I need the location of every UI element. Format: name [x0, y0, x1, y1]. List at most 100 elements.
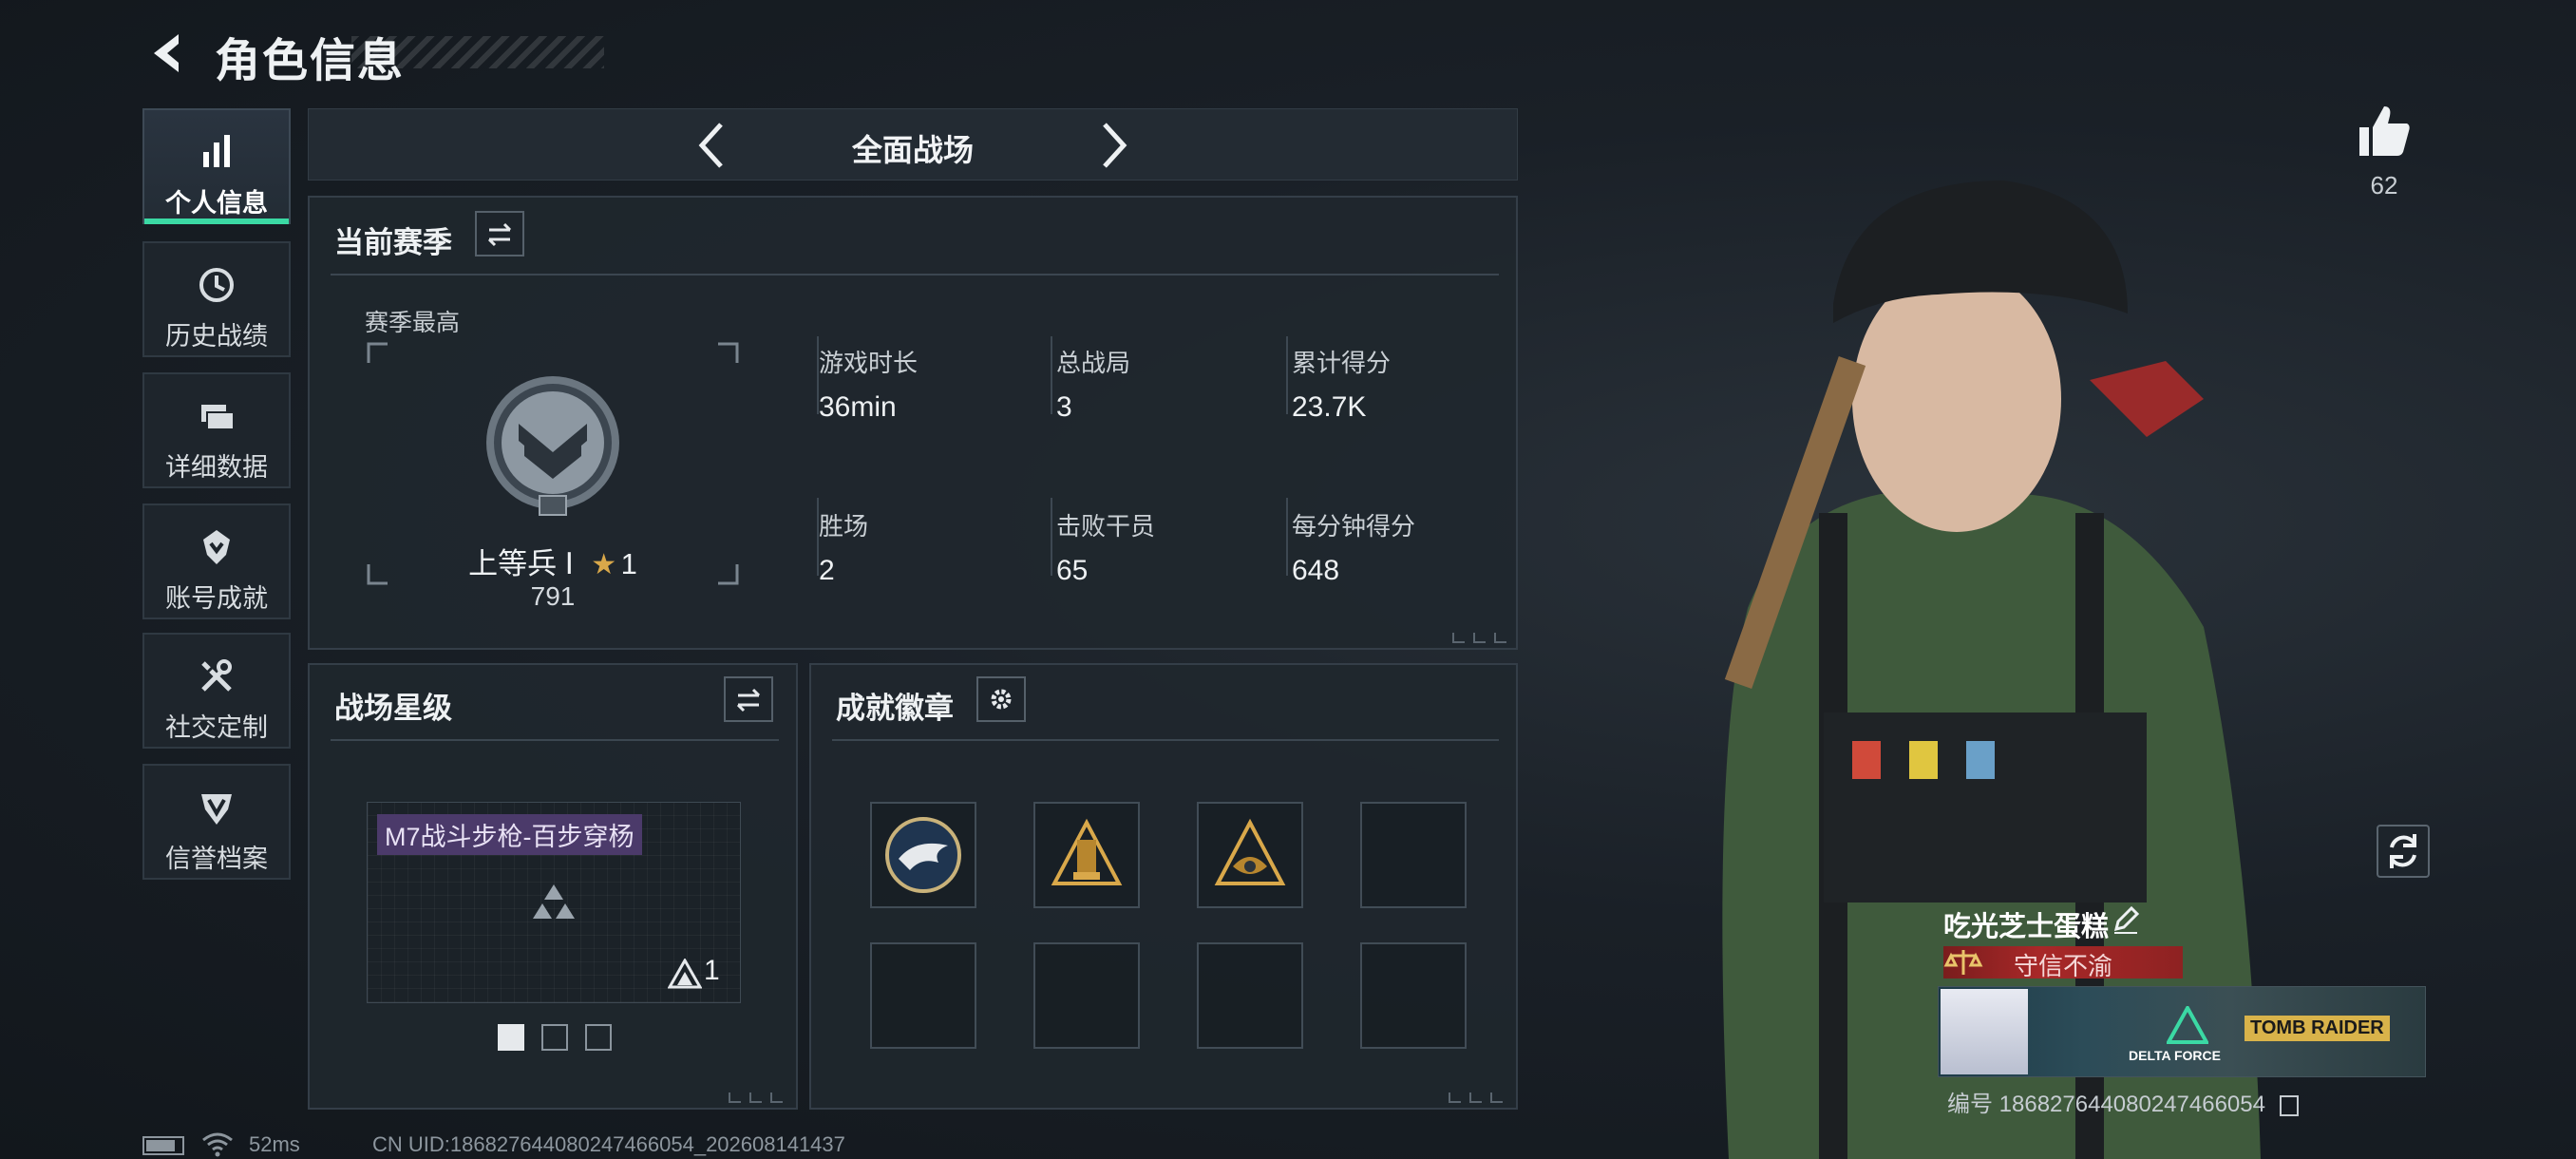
like-count: 62	[2370, 171, 2398, 200]
player-id-text: 编号 1868276440802474660​54	[1947, 1092, 2265, 1117]
mode-selector: 全面战场	[308, 108, 1518, 180]
badge-slot[interactable]	[1033, 942, 1140, 1049]
bar-chart-icon	[203, 135, 230, 167]
season-switch-button[interactable]	[475, 211, 524, 256]
divider	[1286, 498, 1288, 576]
triforce-icon	[533, 884, 575, 919]
player-name: 吃光芝士蛋糕	[1943, 912, 2110, 942]
season-title: 当前赛季	[334, 226, 452, 259]
banner-text: DELTA FORCE	[2129, 1048, 2221, 1063]
weapon-tag: M7战斗步枪-百步穿杨	[377, 814, 642, 855]
stat-label: 累计得分	[1292, 349, 1392, 377]
swap-icon	[736, 688, 761, 712]
stat-value: 23.7K	[1292, 391, 1367, 423]
copy-icon[interactable]	[2279, 1094, 2299, 1116]
wifi-icon	[202, 1132, 233, 1157]
stat-value: 2	[819, 555, 835, 586]
refresh-icon	[2390, 834, 2416, 868]
sidebar-item-credit[interactable]: 信誉档案	[142, 764, 291, 880]
uid-text: CN UID:18682764408024746605​4_2026081414…	[372, 1132, 845, 1156]
rank-insignia-icon	[486, 376, 619, 516]
mode-title: 全面战场	[851, 133, 974, 167]
corner-decoration	[729, 1092, 783, 1103]
star-level-title: 战场星级	[334, 692, 452, 725]
badge-slot[interactable]	[870, 942, 976, 1049]
sidebar-item-profile[interactable]: 个人信息	[142, 108, 291, 224]
badge-slot[interactable]	[1033, 802, 1140, 908]
weapon-level: 1	[704, 955, 720, 986]
stat-label: 游戏时长	[819, 349, 919, 377]
name-card-banner[interactable]: DELTA FORCE TOMB RAIDER	[1938, 986, 2426, 1077]
edit-pencil-icon[interactable]	[2111, 904, 2141, 935]
corner-decoration	[1449, 1092, 1503, 1103]
sidebar-item-social[interactable]: 社交定制	[142, 633, 291, 749]
star-level-switch-button[interactable]	[724, 676, 773, 722]
sidebar-item-label: 账号成就	[165, 584, 268, 613]
sidebar-item-label: 个人信息	[165, 189, 268, 218]
stat-value: 648	[1292, 555, 1340, 586]
shield-badge-icon	[201, 794, 232, 825]
badge-slot[interactable]	[1360, 802, 1467, 908]
stat-value: 36min	[819, 391, 897, 423]
stat-label: 总战局	[1056, 349, 1131, 377]
sidebar-item-achievements[interactable]: 账号成就	[142, 504, 291, 619]
title-decoration	[351, 36, 604, 68]
banner-text: TOMB RAIDER	[2245, 1016, 2390, 1041]
page-dot-active[interactable]	[498, 1024, 524, 1051]
player-id: 编号 1868276440802474660​54	[1947, 1085, 2299, 1118]
rank-stars: 1	[620, 547, 637, 580]
badge-slot[interactable]	[1197, 942, 1303, 1049]
stat-label: 每分钟得分	[1292, 512, 1416, 541]
stat-value: 3	[1056, 391, 1072, 423]
divider	[331, 274, 1499, 276]
corner-decoration	[1452, 633, 1506, 643]
stat-label: 胜场	[819, 512, 869, 541]
folder-icon	[201, 405, 235, 430]
rank-name: 上等兵 Ⅰ	[468, 547, 574, 580]
divider	[1286, 336, 1288, 414]
rank-points: 791	[530, 581, 576, 611]
divider	[1051, 498, 1052, 576]
star-icon: ★	[591, 549, 617, 580]
back-arrow-icon[interactable]	[142, 28, 188, 78]
sidebar-item-details[interactable]: 详细数据	[142, 372, 291, 488]
sidebar-item-history[interactable]: 历史战绩	[142, 241, 291, 357]
refresh-button[interactable]	[2377, 825, 2430, 878]
sidebar-item-label: 历史战绩	[165, 322, 268, 351]
battery-icon	[142, 1136, 184, 1155]
divider	[331, 739, 779, 741]
thumbs-up-icon[interactable]	[2356, 103, 2413, 158]
divider	[1051, 336, 1052, 414]
season-panel: 当前赛季 赛季最高 上等兵 Ⅰ ★ 1 791 游戏时长 36min 总战局 3…	[308, 196, 1518, 650]
sidebar-item-label: 详细数据	[165, 453, 268, 482]
swap-icon	[487, 222, 512, 247]
badge-slot[interactable]	[870, 802, 976, 908]
star-level-panel: 战场星级 M7战斗步枪-百步穿杨 1	[308, 663, 798, 1110]
stat-label: 击败干员	[1056, 512, 1156, 541]
eagle-badge-icon	[885, 817, 961, 893]
sidebar-item-label: 社交定制	[165, 713, 268, 742]
weapon-card[interactable]: M7战斗步枪-百步穿杨 1	[367, 802, 741, 1003]
badge-slot[interactable]	[1360, 942, 1467, 1049]
sidebar-item-label: 信誉档案	[165, 845, 268, 873]
badges-settings-button[interactable]	[976, 676, 1026, 722]
honor-title: 守信不渝	[2014, 952, 2113, 980]
badges-title: 成就徽章	[836, 692, 954, 725]
eye-badge-icon	[1214, 818, 1286, 885]
star-level-icon	[668, 959, 702, 989]
season-best-label: 赛季最高	[365, 310, 461, 336]
badges-panel: 成就徽章	[809, 663, 1518, 1110]
page-dot[interactable]	[585, 1024, 612, 1051]
gear-icon	[991, 689, 1012, 710]
achievement-icon	[203, 530, 230, 564]
ping-text: 52ms	[249, 1132, 300, 1156]
page-dot[interactable]	[541, 1024, 568, 1051]
stat-value: 65	[1056, 555, 1089, 586]
tools-icon	[201, 659, 232, 692]
divider	[832, 739, 1499, 741]
badge-slot[interactable]	[1197, 802, 1303, 908]
avatar[interactable]	[1941, 989, 2028, 1074]
chevron-right-icon[interactable]	[1097, 121, 1131, 170]
history-clock-icon	[199, 268, 234, 302]
rank-line: 上等兵 Ⅰ ★ 1	[393, 540, 712, 582]
